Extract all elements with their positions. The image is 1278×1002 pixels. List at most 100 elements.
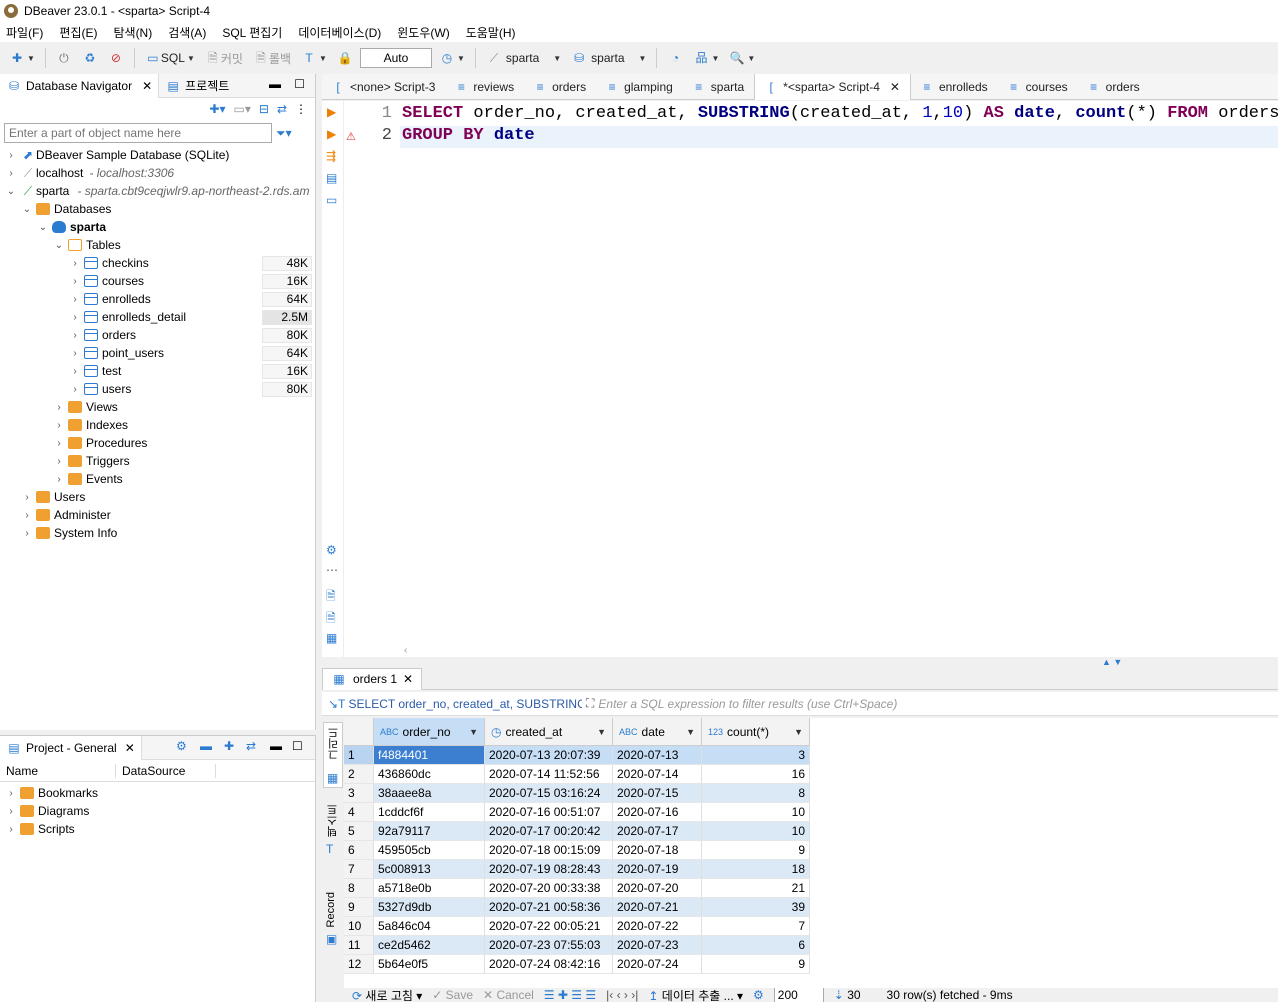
cell-order-no[interactable]: 459505cb — [374, 841, 485, 860]
tree-table-orders[interactable]: › orders 80K — [70, 326, 316, 344]
tree-connection-sqlite[interactable]: › ⬈ DBeaver Sample Database (SQLite) — [6, 146, 229, 164]
column-header-created-at[interactable]: ◷ created_at ▼ — [485, 718, 613, 746]
cell-count[interactable]: 10 — [702, 803, 810, 822]
active-schema-selector[interactable]: ⛁ sparta ▼ — [568, 47, 649, 69]
column-name[interactable]: Name — [0, 763, 116, 778]
export-icon[interactable]: 🗎 — [326, 587, 336, 608]
settings-icon[interactable]: ⚙ — [176, 739, 187, 753]
execute-in-new-tab-icon[interactable]: ▶ — [327, 127, 336, 141]
cell-count[interactable]: 8 — [702, 784, 810, 803]
cell-date[interactable]: 2020-07-22 — [613, 917, 702, 936]
cell-created-at[interactable]: 2020-07-18 00:15:09 — [485, 841, 613, 860]
format-icon[interactable]: ▦ — [326, 631, 337, 645]
link-icon[interactable]: ⇄ — [246, 739, 256, 753]
transaction-mode-button[interactable]: T ▼ — [298, 47, 330, 69]
refresh-button[interactable]: ⟳ 새로 고침 ▾ — [352, 988, 422, 1002]
lock-button[interactable]: 🔒 — [334, 47, 356, 69]
sort-icon[interactable]: ▼ — [794, 727, 803, 737]
table-row[interactable]: 10 5a846c04 2020-07-22 00:05:21 2020-07-22 7 — [344, 917, 810, 936]
table-row[interactable]: 12 5b64e0f5 2020-07-24 08:42:16 2020-07-24 9 — [344, 955, 810, 974]
add-icon[interactable]: ✚ — [224, 739, 234, 753]
sort-icon[interactable]: ▼ — [597, 727, 606, 737]
sort-icon[interactable]: ▼ — [686, 727, 695, 737]
close-icon[interactable]: ✕ — [125, 741, 135, 755]
cell-order-no[interactable]: f4884401 — [374, 746, 485, 765]
cell-count[interactable]: 10 — [702, 822, 810, 841]
active-datasource-selector[interactable]: ⟋ sparta ▼ — [483, 47, 564, 69]
settings-icon[interactable]: ⚙ — [326, 543, 337, 557]
project-item-diagrams[interactable]: › Diagrams — [6, 802, 89, 820]
sql-editor[interactable] — [322, 101, 1278, 657]
minimize-icon[interactable]: ▬ — [269, 77, 281, 91]
view-record-tab[interactable]: Record ▣ — [323, 890, 343, 952]
tree-views[interactable]: › Views — [54, 398, 117, 416]
close-icon[interactable]: ✕ — [890, 80, 900, 94]
table-row[interactable]: 1 f4884401 2020-07-13 20:07:39 2020-07-13 3 — [344, 746, 810, 765]
cell-count[interactable]: 7 — [702, 917, 810, 936]
tree-table-enrolleds[interactable]: › enrolleds 64K — [70, 290, 316, 308]
cell-created-at[interactable]: 2020-07-23 07:55:03 — [485, 936, 613, 955]
tree-table-point-users[interactable]: › point_users 64K — [70, 344, 316, 362]
tree-events[interactable]: › Events — [54, 470, 122, 488]
tab-script-4[interactable]: [*<sparta> Script-4 ✕ — [754, 73, 911, 100]
project-item-scripts[interactable]: › Scripts — [6, 820, 74, 838]
new-folder-icon[interactable]: ▭▾ — [234, 102, 251, 116]
code-line-1[interactable]: SELECT order_no, created_at, SUBSTRING(c… — [402, 104, 1278, 123]
tree-table-courses[interactable]: › courses 16K — [70, 272, 316, 290]
collapse-all-icon[interactable]: ⊟ — [259, 102, 269, 116]
connect-button[interactable]: ⏻ — [53, 47, 75, 69]
tree-triggers[interactable]: › Triggers — [54, 452, 129, 470]
explain-plan-icon[interactable]: ▤ — [326, 171, 337, 185]
tree-table-enrolleds-detail[interactable]: › enrolleds_detail 2.5M — [70, 308, 316, 326]
table-row[interactable]: 4 1cddcf6f 2020-07-16 00:51:07 2020-07-16 10 — [344, 803, 810, 822]
link-with-editor-icon[interactable]: ⇄ — [277, 102, 287, 116]
table-row[interactable]: 11 ce2d5462 2020-07-23 07:55:03 2020-07-23 6 — [344, 936, 810, 955]
tree-table-users[interactable]: › users 80K — [70, 380, 316, 398]
new-connection-button[interactable]: ✚ ▼ — [6, 47, 38, 69]
tab-orders[interactable]: ≡ orders — [524, 74, 596, 100]
menu-edit[interactable]: 편집(E) — [59, 24, 97, 41]
maximize-icon[interactable]: ☐ — [294, 77, 305, 91]
commit-button[interactable]: 🗎 커밋 — [202, 47, 246, 69]
cell-order-no[interactable]: 5327d9db — [374, 898, 485, 917]
tab-project[interactable]: ▤ 프로젝트 — [159, 74, 235, 98]
table-row[interactable]: 9 5327d9db 2020-07-21 00:58:36 2020-07-21 39 — [344, 898, 810, 917]
table-row[interactable]: 6 459505cb 2020-07-18 00:15:09 2020-07-18 9 — [344, 841, 810, 860]
navigator-filter-input[interactable] — [4, 123, 272, 143]
cell-date[interactable]: 2020-07-16 — [613, 803, 702, 822]
menu-navigate[interactable]: 탐색(N) — [113, 24, 152, 41]
execute-statement-icon[interactable]: ▶ — [327, 105, 336, 119]
close-icon[interactable]: ✕ — [142, 79, 152, 93]
sql-preview[interactable]: ↘T SELECT order_no, created_at, SUBSTRIN… — [322, 697, 582, 711]
tree-indexes[interactable]: › Indexes — [54, 416, 128, 434]
dashboard-button[interactable]: ◔ — [664, 47, 686, 69]
terminal-icon[interactable]: ▭ — [326, 193, 337, 207]
tree-users[interactable]: › Users — [22, 488, 85, 506]
cell-date[interactable]: 2020-07-24 — [613, 955, 702, 974]
erd-button[interactable]: 品 ▼ — [690, 47, 722, 69]
tab-database-navigator[interactable]: ⛁ Database Navigator ✕ — [0, 73, 160, 98]
execute-script-icon[interactable]: ⇶ — [326, 149, 336, 163]
tree-tables[interactable]: ⌄ Tables — [54, 236, 121, 254]
cell-created-at[interactable]: 2020-07-20 00:33:38 — [485, 879, 613, 898]
cell-date[interactable]: 2020-07-18 — [613, 841, 702, 860]
table-row[interactable]: 5 92a79117 2020-07-17 00:20:42 2020-07-17 10 — [344, 822, 810, 841]
column-header-date[interactable]: ABC date ▼ — [613, 718, 702, 746]
code-line-2[interactable]: GROUP BY date — [402, 126, 535, 145]
menu-sql-editor[interactable]: SQL 편집기 — [222, 24, 282, 41]
cell-created-at[interactable]: 2020-07-22 00:05:21 — [485, 917, 613, 936]
view-grid-tab[interactable]: 그리드 ▦ — [323, 722, 343, 788]
cell-created-at[interactable]: 2020-07-21 00:58:36 — [485, 898, 613, 917]
tree-administer[interactable]: › Administer — [22, 506, 110, 524]
cell-date[interactable]: 2020-07-14 — [613, 765, 702, 784]
cell-count[interactable]: 21 — [702, 879, 810, 898]
more-icon[interactable]: ⋯ — [326, 563, 338, 577]
cell-order-no[interactable]: 92a79117 — [374, 822, 485, 841]
save-button[interactable]: ✓ Save — [432, 988, 473, 1002]
cell-date[interactable]: 2020-07-19 — [613, 860, 702, 879]
cell-date[interactable]: 2020-07-23 — [613, 936, 702, 955]
column-header-order-no[interactable]: ABC order_no ▼ — [374, 718, 485, 746]
table-row[interactable]: 8 a5718e0b 2020-07-20 00:33:38 2020-07-20 21 — [344, 879, 810, 898]
reconnect-button[interactable]: ♻ — [79, 47, 101, 69]
results-filter-input[interactable]: Enter a SQL expression to filter results… — [594, 697, 897, 711]
